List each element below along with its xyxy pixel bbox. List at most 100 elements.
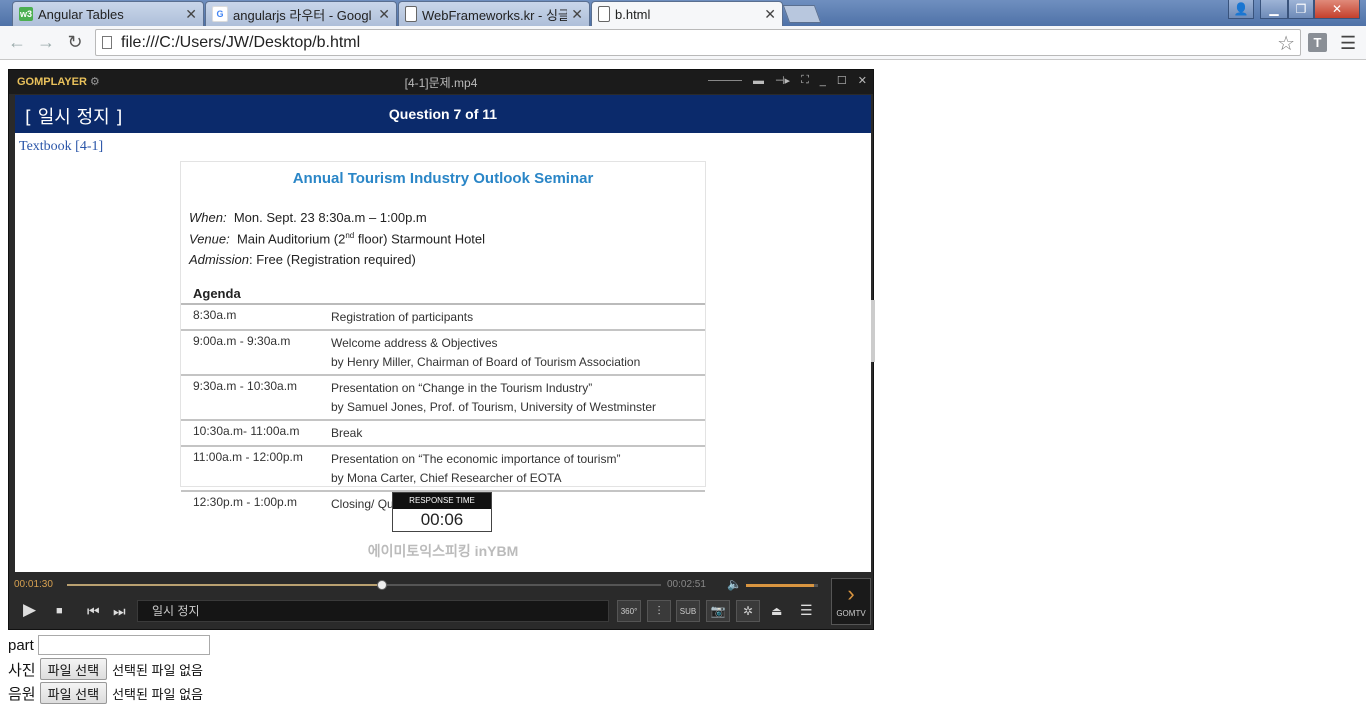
close-icon[interactable]: ✕ bbox=[185, 6, 197, 23]
when-value: Mon. Sept. 23 8:30a.m – 1:00p.m bbox=[233, 210, 427, 225]
camera-icon[interactable]: 📷 bbox=[706, 600, 730, 622]
agenda-desc: Registration of participants bbox=[331, 305, 705, 329]
close-icon[interactable]: ✕ bbox=[858, 74, 867, 87]
flyer-when: When: Mon. Sept. 23 8:30a.m – 1:00p.m bbox=[189, 210, 427, 225]
agenda-time: 11:00a.m - 12:00p.m bbox=[193, 450, 303, 464]
total-time: 00:02:51 bbox=[667, 579, 706, 590]
volume-fill bbox=[746, 584, 815, 587]
minimize-button[interactable]: ▁ bbox=[1260, 0, 1288, 19]
next-icon[interactable]: ⏭ bbox=[113, 603, 126, 620]
video-screen[interactable]: [ 일시 정지 ] Question 7 of 11 Textbook [4-1… bbox=[15, 95, 871, 572]
user-icon[interactable]: 👤 bbox=[1228, 0, 1254, 19]
bookmark-star-icon[interactable]: ☆ bbox=[1277, 31, 1295, 56]
seek-fill bbox=[67, 584, 382, 586]
seek-row: 00:01:30 00:02:51 🔈 bbox=[9, 576, 873, 592]
close-icon[interactable]: ✕ bbox=[764, 6, 776, 23]
browser-titlebar: w3 Angular Tables ✕ G angularjs 라우터 - Go… bbox=[0, 0, 1366, 26]
when-label: When: bbox=[189, 210, 227, 225]
maximize-icon[interactable]: ☐ bbox=[837, 74, 847, 87]
gom-player-window: GOMPLAYER ⚙ [4-1]문제.mp4 ▬ ⊣▸ ⛶ _ ☐ ✕ [ 일시… bbox=[8, 69, 874, 630]
gomtv-label: GOMTV bbox=[836, 609, 866, 618]
agenda-row: 10:30a.m- 11:00a.m Break bbox=[181, 421, 705, 447]
agenda-row: 8:30a.m Registration of participants bbox=[181, 305, 705, 331]
agenda-line2: by Mona Carter, Chief Researcher of EOTA bbox=[331, 471, 562, 485]
control-row: ▶ ■ ⏮ ⏭ 일시 정지 360° ⫶ SUB 📷 ✲ ⏏ ☰ bbox=[9, 597, 873, 629]
agenda-desc: Presentation on “Change in the Tourism I… bbox=[331, 376, 705, 419]
watermark: 에이미토익스피킹 inYBM bbox=[367, 543, 519, 559]
restore-button[interactable]: ❐ bbox=[1288, 0, 1314, 19]
new-tab-button[interactable] bbox=[782, 5, 822, 23]
extension-button[interactable]: T bbox=[1308, 33, 1327, 52]
status-display: 일시 정지 bbox=[137, 600, 609, 622]
response-time-value: 00:06 bbox=[420, 510, 464, 529]
agenda-desc: Presentation on “The economic importance… bbox=[331, 447, 705, 490]
agenda-desc: Welcome address & Objectives by Henry Mil… bbox=[331, 331, 705, 374]
agenda-line1: Welcome address & Objectives bbox=[331, 336, 498, 350]
fullscreen-icon[interactable]: ⛶ bbox=[801, 74, 809, 87]
close-icon[interactable]: ✕ bbox=[378, 6, 390, 23]
previous-icon[interactable]: ⏮ bbox=[87, 603, 100, 620]
current-time: 00:01:30 bbox=[14, 579, 53, 590]
audio-label: 음원 bbox=[8, 685, 36, 703]
player-titlebar: GOMPLAYER ⚙ [4-1]문제.mp4 ▬ ⊣▸ ⛶ _ ☐ ✕ bbox=[9, 70, 873, 94]
pin-icon[interactable]: ⊣▸ bbox=[775, 74, 790, 87]
play-icon[interactable]: ▶ bbox=[23, 600, 36, 620]
minimize-icon[interactable]: _ bbox=[820, 75, 826, 87]
reload-button[interactable]: ↻ bbox=[65, 32, 85, 52]
forward-button[interactable]: → bbox=[36, 32, 56, 52]
player-window-controls: ▬ ⊣▸ ⛶ _ ☐ ✕ bbox=[707, 74, 867, 87]
volume-slider[interactable] bbox=[746, 584, 818, 587]
part-input[interactable] bbox=[37, 635, 210, 655]
playlist-menu-icon[interactable]: ☰ bbox=[800, 602, 813, 619]
audio-file-status: 선택된 파일 없음 bbox=[112, 686, 204, 702]
tab-label: Angular Tables bbox=[38, 6, 124, 22]
agenda-line1: Presentation on “The economic importance… bbox=[331, 452, 621, 466]
photo-file-button[interactable]: 파일 선택 bbox=[39, 658, 108, 680]
chevron-right-icon: › bbox=[847, 581, 855, 606]
browser-toolbar: ← → ↻ file:///C:/Users/JW/Desktop/b.html… bbox=[0, 26, 1366, 60]
stop-icon[interactable]: ■ bbox=[56, 605, 63, 617]
opacity-slider[interactable] bbox=[707, 80, 742, 81]
agenda-line1: Registration of participants bbox=[331, 310, 474, 324]
flyer-venue: Venue: Main Auditorium (2nd floor) Starm… bbox=[189, 231, 485, 246]
effects-icon[interactable]: ✲ bbox=[736, 600, 760, 622]
equalizer-icon[interactable]: ⫶ bbox=[647, 600, 671, 622]
venue-value-post: floor) Starmount Hotel bbox=[354, 231, 486, 247]
subtitle-button[interactable]: SUB bbox=[676, 600, 700, 622]
agenda-row: 9:00a.m - 9:30a.m Welcome address & Obje… bbox=[181, 331, 705, 376]
agenda-line1: Presentation on “Change in the Tourism I… bbox=[331, 381, 593, 395]
seek-handle[interactable] bbox=[376, 580, 387, 590]
venue-label: Venue: bbox=[189, 231, 230, 247]
back-button[interactable]: ← bbox=[7, 32, 27, 52]
tab-angular-tables[interactable]: w3 Angular Tables ✕ bbox=[12, 1, 204, 26]
agenda-row: 9:30a.m - 10:30a.m Presentation on “Chan… bbox=[181, 376, 705, 421]
resize-grip[interactable] bbox=[871, 300, 875, 362]
tab-webframeworks[interactable]: WebFrameworks.kr - 싱글 ✕ bbox=[398, 1, 590, 26]
window-close-button[interactable]: ✕ bbox=[1314, 0, 1360, 19]
tab-angularjs-router[interactable]: G angularjs 라우터 - Googl ✕ bbox=[205, 1, 397, 26]
page-icon bbox=[598, 6, 610, 22]
audio-file-button[interactable]: 파일 선택 bbox=[39, 682, 108, 704]
gomtv-button[interactable]: › GOMTV bbox=[831, 578, 871, 625]
page-icon bbox=[102, 36, 112, 49]
menu-icon[interactable]: ☰ bbox=[1340, 33, 1356, 54]
mini-mode-icon[interactable]: ▬ bbox=[753, 75, 764, 87]
url-text[interactable]: file:///C:/Users/JW/Desktop/b.html bbox=[121, 34, 360, 52]
eject-icon[interactable]: ⏏ bbox=[771, 604, 782, 618]
address-bar[interactable]: file:///C:/Users/JW/Desktop/b.html ☆ bbox=[95, 29, 1301, 56]
page-icon bbox=[405, 6, 417, 22]
speaker-icon[interactable]: 🔈 bbox=[727, 577, 742, 591]
agenda-time: 10:30a.m- 11:00a.m bbox=[193, 424, 300, 438]
question-bar: [ 일시 정지 ] Question 7 of 11 bbox=[15, 95, 871, 133]
venue-sup: nd bbox=[345, 231, 355, 240]
agenda-line2: by Henry Miller, Chairman of Board of To… bbox=[331, 355, 641, 369]
seek-bar[interactable] bbox=[67, 580, 661, 590]
tab-b-html[interactable]: b.html ✕ bbox=[591, 1, 783, 26]
agenda-time: 9:00a.m - 9:30a.m bbox=[193, 334, 291, 348]
part-row: part bbox=[8, 635, 210, 655]
close-icon[interactable]: ✕ bbox=[571, 6, 583, 23]
vr-360-button[interactable]: 360° bbox=[617, 600, 641, 622]
agenda-line2: by Samuel Jones, Prof. of Tourism, Unive… bbox=[331, 400, 657, 414]
audio-row: 음원 파일 선택 선택된 파일 없음 bbox=[8, 682, 203, 704]
tab-label: WebFrameworks.kr - 싱글 bbox=[422, 7, 568, 23]
